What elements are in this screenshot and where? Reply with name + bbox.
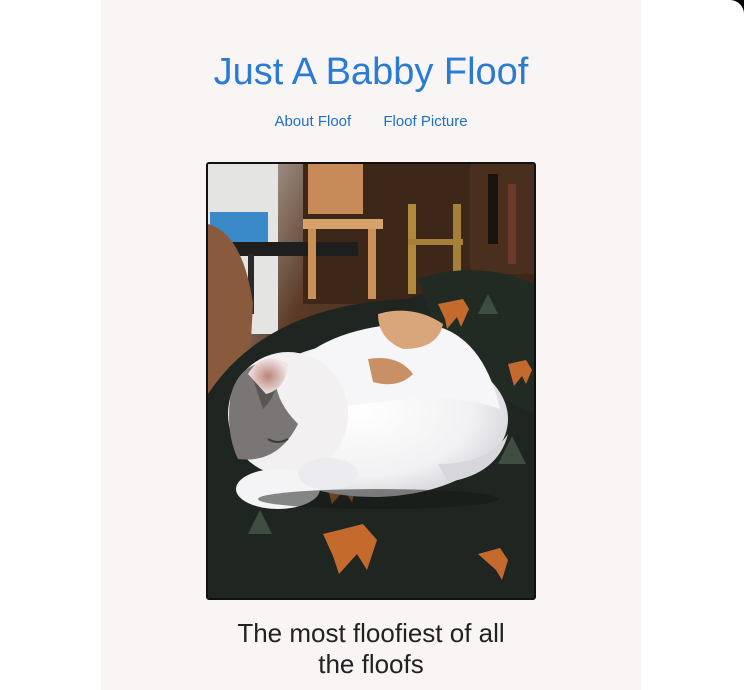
page-content: Just A Babby Floof About Floof Floof Pic… bbox=[101, 0, 641, 690]
photo-caption-line-2: the floofs bbox=[318, 649, 424, 679]
nav-link-about-floof[interactable]: About Floof bbox=[274, 113, 351, 130]
photo-caption-line-1: The most floofiest of all bbox=[237, 618, 505, 648]
nav-link-floof-picture[interactable]: Floof Picture bbox=[383, 113, 467, 130]
browser-window: Just A Babby Floof About Floof Floof Pic… bbox=[0, 0, 744, 690]
floof-photo bbox=[206, 162, 536, 600]
photo-caption: The most floofiest of all the floofs bbox=[101, 618, 641, 680]
main-nav: About Floof Floof Picture bbox=[101, 112, 641, 132]
site-title[interactable]: Just A Babby Floof bbox=[101, 48, 641, 96]
floof-photo-image bbox=[208, 164, 534, 598]
